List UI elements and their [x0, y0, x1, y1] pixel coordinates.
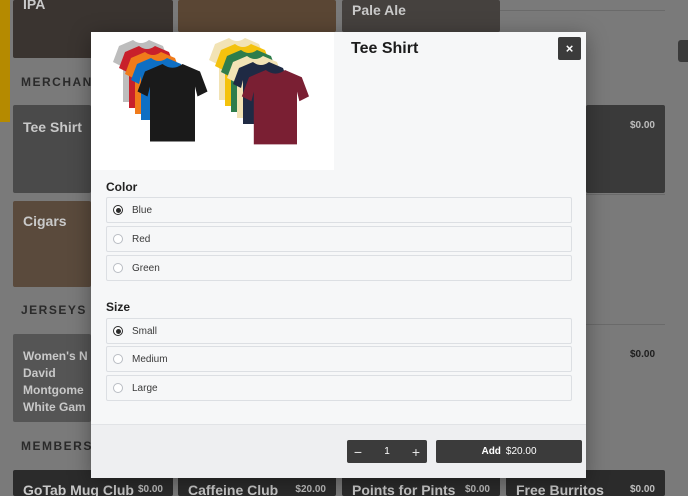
menu-tile-name: Caffeine Club: [188, 482, 279, 496]
color-option-red[interactable]: Red: [106, 226, 572, 252]
add-label: Add: [481, 446, 501, 457]
tshirt-stack-image: [91, 32, 334, 170]
close-button[interactable]: ×: [558, 37, 581, 60]
menu-tile-price: $20.00: [295, 484, 326, 495]
tshirt-stack-icon: [113, 38, 309, 145]
menu-tile-name: Tee Shirt: [23, 119, 82, 135]
menu-tile[interactable]: $0.00: [586, 105, 665, 193]
menu-tile-name: Pale Ale: [352, 2, 406, 18]
decrement-button[interactable]: −: [347, 440, 369, 463]
increment-button[interactable]: +: [405, 440, 427, 463]
option-label: Red: [132, 233, 151, 245]
size-group-label: Size: [106, 300, 131, 314]
modal-footer: − 1 + Add $20.00: [91, 424, 586, 478]
menu-tile-name: Points for Pints: [352, 482, 456, 496]
header-accent: [0, 0, 10, 122]
menu-tile-name: Cigars: [23, 213, 67, 229]
size-option-small[interactable]: Small: [106, 318, 572, 344]
menu-tile-price: $0.00: [464, 484, 490, 495]
radio-icon[interactable]: [113, 383, 123, 393]
product-modal: Tee Shirt × Color Blue Red Green Size Sm…: [91, 32, 586, 478]
menu-tile[interactable]: Women's N David Montgome White Gam: [13, 334, 91, 422]
color-group-label: Color: [106, 180, 138, 194]
menu-tile-price: $0.00: [137, 484, 163, 495]
menu-tile-price: $0.00: [629, 484, 655, 495]
jersey-row-price: $0.00: [630, 349, 656, 360]
section-title-jerseys: JERSEYS: [21, 303, 87, 317]
menu-tile[interactable]: [178, 0, 336, 32]
option-label: Blue: [132, 204, 153, 216]
radio-icon[interactable]: [113, 354, 123, 364]
divider: [586, 194, 665, 195]
option-label: Small: [132, 325, 158, 337]
divider: [500, 10, 665, 11]
menu-tile[interactable]: Tee Shirt: [13, 105, 91, 193]
radio-icon[interactable]: [113, 234, 123, 244]
option-label: Medium: [132, 353, 168, 365]
menu-tile-name: GoTab Mug Club: [23, 482, 134, 496]
color-option-blue[interactable]: Blue: [106, 197, 572, 223]
color-option-green[interactable]: Green: [106, 255, 572, 281]
size-option-medium[interactable]: Medium: [106, 346, 572, 372]
menu-tile-name: IPA: [23, 0, 46, 12]
radio-icon[interactable]: [113, 263, 123, 273]
option-label: Green: [132, 262, 160, 274]
option-label: Large: [132, 382, 158, 394]
menu-tile[interactable]: Cigars: [13, 201, 91, 287]
quantity-value: 1: [384, 446, 390, 457]
add-price: $20.00: [505, 446, 537, 457]
add-to-order-button[interactable]: Add $20.00: [436, 440, 582, 463]
menu-tile-name: Women's N David Montgome White Gam: [23, 349, 88, 414]
radio-selected-icon[interactable]: [113, 205, 123, 215]
page-close-edge[interactable]: [678, 40, 688, 62]
divider: [586, 324, 665, 325]
menu-tile[interactable]: Pale Ale: [342, 0, 500, 32]
product-title: Tee Shirt: [351, 40, 419, 57]
quantity-stepper: − 1 +: [347, 440, 427, 463]
menu-tile-name: Free Burritos: [516, 482, 604, 496]
radio-selected-icon[interactable]: [113, 326, 123, 336]
size-option-large[interactable]: Large: [106, 375, 572, 401]
menu-tile-price: $0.00: [629, 120, 655, 131]
